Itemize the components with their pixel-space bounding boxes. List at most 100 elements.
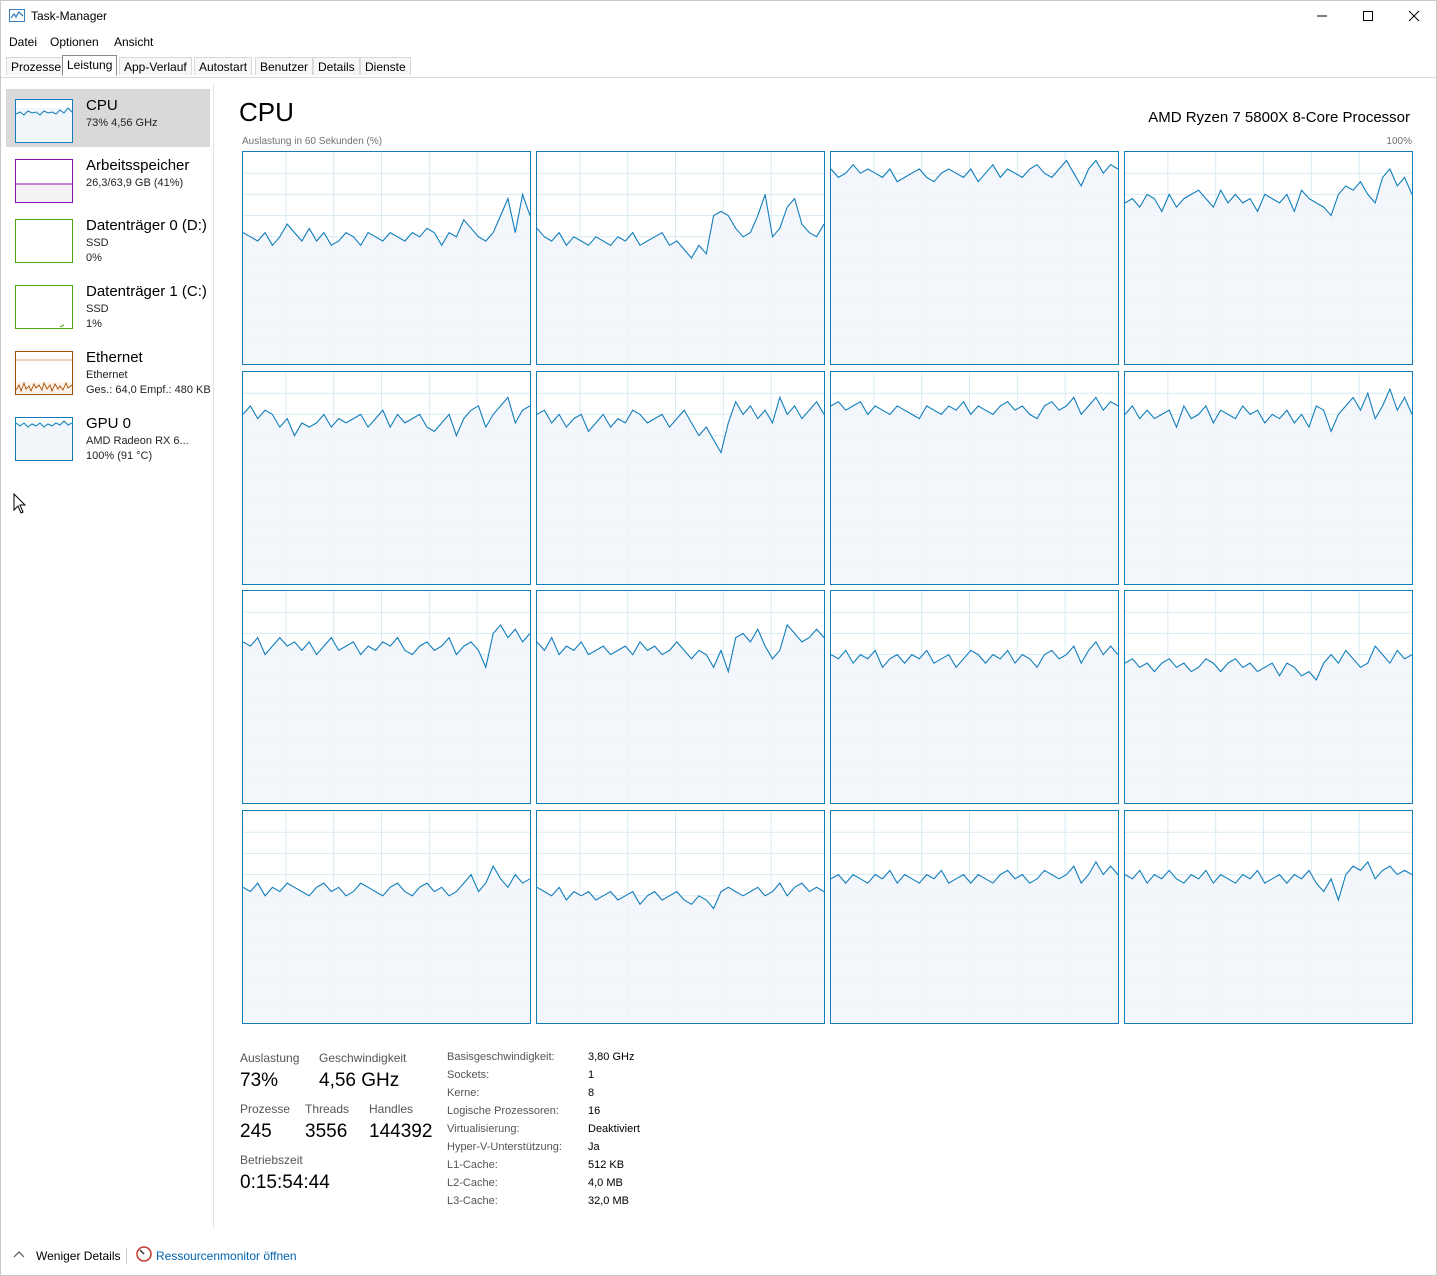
logical-processor-graph-plot	[537, 810, 824, 1023]
detail-value: 32,0 MB	[588, 1195, 629, 1207]
logical-processor-graph	[242, 809, 531, 1024]
tab-autostart[interactable]: Autostart	[194, 57, 253, 75]
speed-label: Geschwindigkeit	[319, 1051, 407, 1065]
utilization-area	[243, 865, 530, 1023]
detail-value: 16	[588, 1105, 601, 1117]
sidebar-item-disk-0[interactable]: Datenträger 0 (D:) SSD 0%	[6, 209, 210, 267]
detail-key: Virtualisierung:	[447, 1123, 520, 1135]
sidebar-item-type: SSD	[86, 303, 109, 315]
menu-ansicht[interactable]: Ansicht	[114, 35, 153, 49]
detail-value: 4,0 MB	[588, 1177, 623, 1189]
tab-benutzer[interactable]: Benutzer	[255, 57, 314, 75]
chevron-up-icon[interactable]	[13, 1250, 25, 1258]
logical-processor-graph-plot	[831, 591, 1118, 803]
utilization-area	[243, 624, 530, 803]
graph-axis-max: 100%	[1386, 136, 1412, 147]
maximize-icon	[1363, 11, 1373, 21]
sidebar-item-title: Ethernet	[86, 349, 143, 366]
logical-processor-graph	[242, 370, 531, 585]
sidebar-item-memory[interactable]: Arbeitsspeicher 26,3/63,9 GB (41%)	[6, 149, 210, 207]
detail-value: 8	[588, 1087, 595, 1099]
detail-key: Hyper-V-Unterstützung:	[447, 1141, 562, 1153]
processes-value: 245	[240, 1121, 272, 1142]
detail-value: 1	[588, 1069, 595, 1081]
detail-key: Sockets:	[447, 1069, 490, 1081]
sidebar-item-usage: 0%	[86, 252, 102, 264]
ethernet-thumbnail-graph	[15, 351, 73, 395]
tab-leistung[interactable]: Leistung	[62, 55, 118, 76]
minimize-icon	[1317, 15, 1327, 17]
cpu-thumbnail-graph	[15, 99, 73, 143]
logical-processor-graph-plot	[537, 591, 824, 803]
logical-processor-graph-plot	[831, 152, 1118, 364]
tab-dienste[interactable]: Dienste	[360, 57, 411, 75]
resource-monitor-link[interactable]: Ressourcenmonitor öffnen	[156, 1249, 297, 1263]
detail-value: 3,80 GHz	[588, 1051, 635, 1063]
sidebar-item-throughput: Ges.: 64,0 Empf.: 480 KB	[86, 384, 211, 396]
sidebar-item-title: Arbeitsspeicher	[86, 157, 190, 174]
logical-processor-graph	[1124, 809, 1413, 1024]
page-title: CPU	[239, 97, 294, 127]
logical-processor-graph	[536, 590, 825, 804]
utilization-value: 73%	[240, 1070, 279, 1091]
detail-key: Basisgeschwindigkeit:	[447, 1051, 555, 1063]
memory-thumbnail-graph	[15, 159, 73, 203]
utilization-area	[831, 160, 1118, 364]
footer-divider	[126, 1248, 127, 1264]
speed-value: 4,56 GHz	[319, 1070, 400, 1091]
detail-value: 512 KB	[588, 1159, 625, 1171]
logical-processor-graph-plot	[243, 591, 530, 803]
logical-processor-graph	[830, 590, 1119, 804]
utilization-area	[1125, 646, 1412, 803]
logical-processor-graph-plot	[1125, 371, 1412, 584]
logical-processor-graph-plot	[1125, 810, 1412, 1023]
maximize-button[interactable]	[1345, 1, 1391, 31]
logical-processor-graph	[242, 590, 531, 804]
menu-optionen[interactable]: Optionen	[50, 35, 99, 49]
utilization-area	[831, 861, 1118, 1023]
sidebar-item-cpu[interactable]: CPU 73% 4,56 GHz	[6, 89, 210, 147]
logical-processor-graph	[536, 151, 825, 365]
utilization-label: Auslastung	[240, 1051, 300, 1065]
threads-value: 3556	[305, 1121, 348, 1142]
close-icon	[1408, 10, 1420, 22]
logical-processor-graph	[536, 370, 825, 585]
sidebar-item-gpu-0[interactable]: GPU 0 AMD Radeon RX 6... 100% (91 °C)	[6, 407, 210, 465]
sidebar-item-usage: 100% (91 °C)	[86, 450, 153, 462]
detail-key: L1-Cache:	[447, 1159, 498, 1171]
sidebar-item-model: AMD Radeon RX 6...	[86, 435, 189, 447]
sidebar-item-detail: 26,3/63,9 GB (41%)	[86, 177, 184, 189]
logical-processor-graph-plot	[243, 371, 530, 584]
tab-app-verlauf[interactable]: App-Verlauf	[119, 57, 192, 75]
detail-value: Deaktiviert	[588, 1123, 640, 1135]
sidebar-item-usage: 1%	[86, 318, 102, 330]
sidebar-item-disk-1[interactable]: Datenträger 1 (C:) SSD 1%	[6, 275, 210, 333]
title-bar: Task-Manager	[1, 1, 1436, 31]
minimize-button[interactable]	[1299, 1, 1345, 31]
detail-key: Logische Prozessoren:	[447, 1105, 559, 1117]
close-button[interactable]	[1391, 1, 1437, 31]
gpu-thumbnail-graph	[15, 417, 73, 461]
sidebar-item-type: SSD	[86, 237, 109, 249]
menu-bar: Datei Optionen Ansicht	[1, 32, 1436, 52]
logical-processor-graph-plot	[537, 152, 824, 364]
sidebar-item-ethernet[interactable]: Ethernet Ethernet Ges.: 64,0 Empf.: 480 …	[6, 341, 211, 399]
utilization-area	[1125, 861, 1412, 1023]
utilization-area	[831, 641, 1118, 803]
sidebar-item-title: Datenträger 1 (C:)	[86, 283, 207, 300]
uptime-value: 0:15:54:44	[240, 1172, 330, 1193]
tab-details[interactable]: Details	[313, 57, 360, 75]
detail-value: Ja	[588, 1141, 600, 1153]
task-manager-app-icon	[9, 9, 25, 22]
logical-processor-graph	[242, 151, 531, 365]
less-details-button[interactable]: Weniger Details	[36, 1249, 120, 1263]
sidebar-item-title: Datenträger 0 (D:)	[86, 217, 207, 234]
sidebar-item-title: CPU	[86, 97, 118, 114]
logical-processor-graph-plot	[537, 371, 824, 584]
tab-prozesse[interactable]: Prozesse	[6, 57, 67, 75]
menu-datei[interactable]: Datei	[9, 35, 37, 49]
logical-processor-graph	[830, 809, 1119, 1024]
uptime-label: Betriebszeit	[240, 1153, 303, 1167]
disk-0-thumbnail-graph	[15, 219, 73, 263]
task-manager-window: Task-Manager Datei Optionen Ansicht Proz…	[0, 0, 1437, 1276]
